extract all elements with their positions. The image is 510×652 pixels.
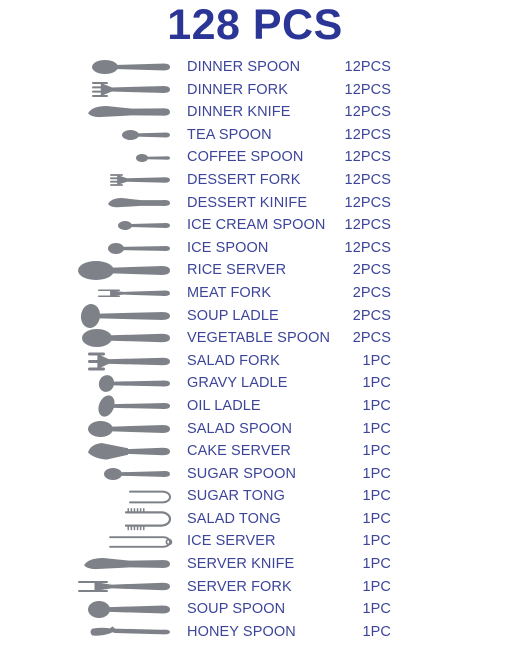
list-item: DESSERT FORK 12PCS bbox=[0, 169, 510, 192]
list-item: SUGAR TONG 1PC bbox=[0, 485, 510, 508]
soup-spoon-icon bbox=[88, 598, 170, 621]
list-item: SERVER KNIFE 1PC bbox=[0, 553, 510, 576]
vegetable-spoon-icon bbox=[82, 327, 170, 350]
coffee-spoon-icon bbox=[136, 146, 170, 169]
list-item: ICE CREAM SPOON 12PCS bbox=[0, 214, 510, 237]
item-quantity: 1PC bbox=[362, 488, 391, 505]
item-quantity: 12PCS bbox=[344, 104, 391, 121]
dessert-fork-icon bbox=[110, 169, 170, 192]
list-item: SUGAR SPOON 1PC bbox=[0, 463, 510, 486]
list-item: DINNER KNIFE 12PCS bbox=[0, 101, 510, 124]
sugar-tong-icon bbox=[129, 485, 171, 508]
list-item: OIL LADLE 1PC bbox=[0, 395, 510, 418]
list-item: SALAD SPOON 1PC bbox=[0, 418, 510, 441]
item-quantity: 1PC bbox=[362, 465, 391, 482]
list-item: ICE SERVER 1PC bbox=[0, 530, 510, 553]
item-quantity: 2PCS bbox=[352, 262, 391, 279]
list-item: CAKE SERVER 1PC bbox=[0, 440, 510, 463]
item-quantity: 1PC bbox=[362, 623, 391, 640]
list-item: HONEY SPOON 1PC bbox=[0, 621, 510, 644]
honey-spoon-icon bbox=[90, 621, 170, 644]
gravy-ladle-icon bbox=[98, 372, 170, 395]
list-item: SERVER FORK 1PC bbox=[0, 576, 510, 599]
item-quantity: 12PCS bbox=[344, 217, 391, 234]
dessert-knife-icon bbox=[108, 192, 170, 215]
item-quantity: 2PCS bbox=[352, 330, 391, 347]
list-item: GRAVY LADLE 1PC bbox=[0, 372, 510, 395]
meat-fork-icon bbox=[98, 282, 170, 305]
item-quantity: 1PC bbox=[362, 443, 391, 460]
salad-tong-icon bbox=[124, 508, 172, 531]
page-title: 128 PCS bbox=[167, 1, 343, 49]
item-quantity: 12PCS bbox=[344, 59, 391, 75]
ice-server-icon bbox=[109, 530, 173, 553]
list-item: SOUP LADLE 2PCS bbox=[0, 303, 510, 328]
list-item: SALAD FORK 1PC bbox=[0, 350, 510, 373]
item-quantity: 12PCS bbox=[344, 171, 391, 188]
item-quantity: 12PCS bbox=[344, 126, 391, 143]
list-item: DINNER SPOON 12PCS bbox=[0, 56, 510, 79]
list-item: DESSERT KINIFE 12PCS bbox=[0, 192, 510, 215]
list-item: SALAD TONG 1PC bbox=[0, 508, 510, 531]
list-item: TEA SPOON 12PCS bbox=[0, 124, 510, 147]
salad-spoon-icon bbox=[88, 418, 170, 441]
item-quantity: 1PC bbox=[362, 533, 391, 550]
item-quantity: 1PC bbox=[362, 578, 391, 595]
rice-server-icon bbox=[78, 259, 170, 282]
cutlery-items-list: DINNER SPOON 12PCS DINNER FORK 12PCS DINNER … bbox=[0, 56, 510, 643]
cake-server-icon bbox=[88, 440, 170, 463]
item-quantity: 1PC bbox=[362, 556, 391, 573]
item-quantity: 12PCS bbox=[344, 81, 391, 98]
item-quantity: 12PCS bbox=[344, 194, 391, 211]
server-fork-icon bbox=[78, 576, 170, 599]
list-item: SOUP SPOON 1PC bbox=[0, 598, 510, 621]
dinner-knife-icon bbox=[88, 101, 170, 124]
server-knife-icon bbox=[84, 553, 170, 576]
list-item: ICE SPOON 12PCS bbox=[0, 237, 510, 260]
item-quantity: 12PCS bbox=[344, 239, 391, 256]
item-quantity: 1PC bbox=[362, 420, 391, 437]
dinner-spoon-icon bbox=[92, 56, 170, 79]
item-quantity: 1PC bbox=[362, 375, 391, 392]
dinner-fork-icon bbox=[92, 79, 170, 102]
item-quantity: 1PC bbox=[362, 397, 391, 414]
oil-ladle-icon bbox=[98, 395, 170, 418]
item-quantity: 12PCS bbox=[344, 149, 391, 166]
item-quantity: 2PCS bbox=[352, 307, 391, 324]
salad-fork-icon bbox=[88, 350, 170, 373]
soup-ladle-icon bbox=[80, 303, 170, 328]
list-item: DINNER FORK 12PCS bbox=[0, 79, 510, 102]
sugar-spoon-icon bbox=[104, 463, 170, 486]
ice-spoon-icon bbox=[108, 237, 170, 260]
item-quantity: 1PC bbox=[362, 601, 391, 618]
list-item: VEGETABLE SPOON 2PCS bbox=[0, 327, 510, 350]
list-item: COFFEE SPOON 12PCS bbox=[0, 146, 510, 169]
item-quantity: 1PC bbox=[362, 510, 391, 527]
item-quantity: 1PC bbox=[362, 352, 391, 369]
item-quantity: 2PCS bbox=[352, 284, 391, 301]
list-item: RICE SERVER 2PCS bbox=[0, 259, 510, 282]
tea-spoon-icon bbox=[122, 124, 170, 147]
list-item: MEAT FORK 2PCS bbox=[0, 282, 510, 305]
ice-cream-spoon-icon bbox=[118, 214, 170, 237]
